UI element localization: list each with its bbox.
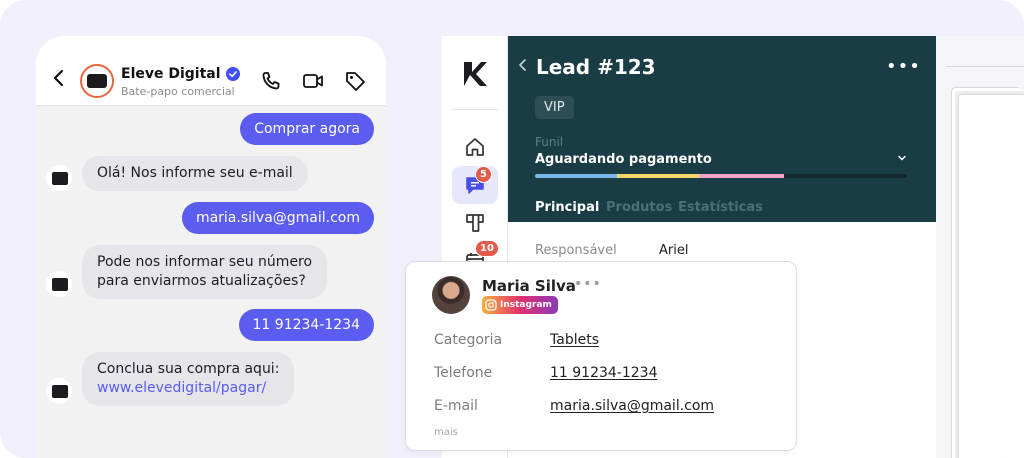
vip-tag[interactable]: VIP: [535, 96, 574, 119]
background-frame: Eleve Digital Bate-papo comercial Compra…: [0, 0, 1024, 458]
instagram-label: Instagram: [500, 300, 552, 310]
panel-divider: [946, 66, 1024, 67]
card-label-categoria: Categoria: [434, 332, 503, 348]
message-bubble-received: Olá! Nos informe seu e-mail: [82, 156, 308, 191]
home-icon[interactable]: [464, 136, 486, 158]
card-label-email: E-mail: [434, 398, 478, 414]
instagram-tag: Instagram: [482, 296, 558, 314]
chevron-down-icon[interactable]: [896, 152, 908, 164]
chat-badge: 5: [475, 166, 492, 183]
brand-avatar: [80, 64, 114, 98]
message-bubble-sent: Comprar agora: [240, 113, 374, 145]
more-link[interactable]: mais: [434, 427, 458, 438]
brand-name: Eleve Digital: [121, 66, 221, 82]
tab-principal[interactable]: Principal: [535, 200, 599, 215]
funnel-progress-track: [535, 174, 907, 178]
payment-link[interactable]: www.elevedigital/pagar/: [97, 379, 279, 398]
funnel-progress-fill: [535, 174, 785, 178]
bot-avatar: [46, 165, 72, 191]
field-value-responsavel[interactable]: Ariel: [659, 243, 688, 258]
message-bubble-sent: 11 91234-1234: [238, 309, 374, 341]
tab-estatisticas[interactable]: Estatísticas: [678, 200, 763, 215]
card-value-categoria[interactable]: Tablets: [550, 332, 599, 348]
message-line: Conclua sua compra aqui:: [97, 361, 280, 377]
card-value-telefone[interactable]: 11 91234-1234: [550, 365, 657, 381]
app-logo-icon[interactable]: [462, 60, 488, 88]
lead-header: Lead #123 ••• VIP Funil Aguardando pagam…: [508, 36, 936, 222]
chat-header: Eleve Digital Bate-papo comercial: [36, 36, 386, 106]
message-bubble-sent: maria.silva@gmail.com: [181, 202, 374, 234]
contact-card: Maria Silva ••• Instagram Categoria Tabl…: [405, 261, 797, 451]
card-label-telefone: Telefone: [434, 365, 493, 381]
instagram-icon: [485, 299, 497, 311]
document-stack: [958, 94, 1024, 458]
video-camera-icon[interactable]: [302, 70, 324, 92]
tab-produtos[interactable]: Produtos: [606, 200, 672, 215]
message-bubble-received: Conclua sua compra aqui: www.elevedigita…: [82, 352, 295, 406]
message-line: Pode nos informar seu número: [97, 254, 313, 270]
verified-check-icon: [225, 67, 240, 81]
message-bubble-received: Pode nos informar seu número para enviar…: [82, 245, 328, 299]
contact-avatar: [432, 276, 470, 314]
card-value-email[interactable]: maria.silva@gmail.com: [550, 398, 714, 414]
bot-avatar: [46, 271, 72, 297]
more-options-icon[interactable]: •••: [574, 276, 602, 292]
bot-avatar: [46, 378, 72, 404]
funnel-value[interactable]: Aguardando pagamento: [535, 152, 712, 167]
chat-phone-panel: Eleve Digital Bate-papo comercial Compra…: [36, 36, 386, 458]
phone-icon[interactable]: [260, 70, 282, 92]
right-side-panel: [936, 36, 1024, 458]
message-line: para enviarmos atualizações?: [97, 273, 306, 289]
back-chevron-icon[interactable]: [517, 58, 529, 72]
lead-title: Lead #123: [536, 55, 656, 79]
more-options-icon[interactable]: •••: [886, 56, 921, 77]
brand-name-row: Eleve Digital: [121, 66, 240, 82]
tag-icon[interactable]: [344, 70, 366, 92]
field-label-responsavel: Responsável: [535, 243, 617, 258]
back-arrow-icon[interactable]: [50, 69, 68, 87]
funnel-label: Funil: [535, 135, 564, 149]
kanban-icon[interactable]: [464, 212, 486, 234]
calendar-badge: 10: [475, 240, 499, 257]
brand-subtitle: Bate-papo comercial: [121, 85, 235, 98]
rail-divider: [452, 109, 498, 110]
contact-name: Maria Silva: [482, 277, 576, 295]
